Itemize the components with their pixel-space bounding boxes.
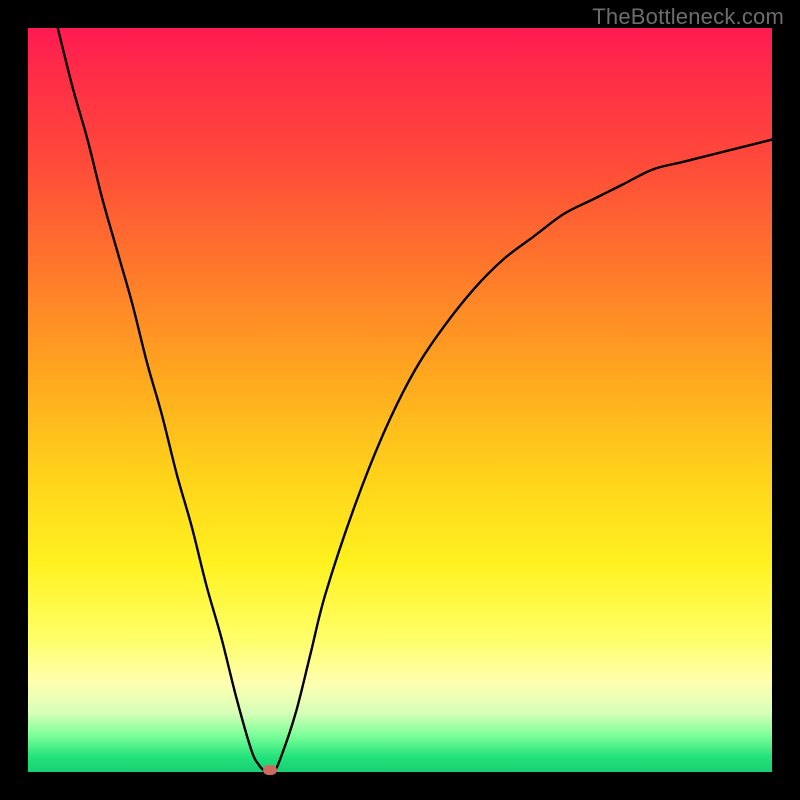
plot-area [28,28,772,772]
minimum-marker [263,765,277,775]
chart-frame: TheBottleneck.com [0,0,800,800]
watermark-text: TheBottleneck.com [592,4,784,30]
bottleneck-curve [28,28,772,772]
